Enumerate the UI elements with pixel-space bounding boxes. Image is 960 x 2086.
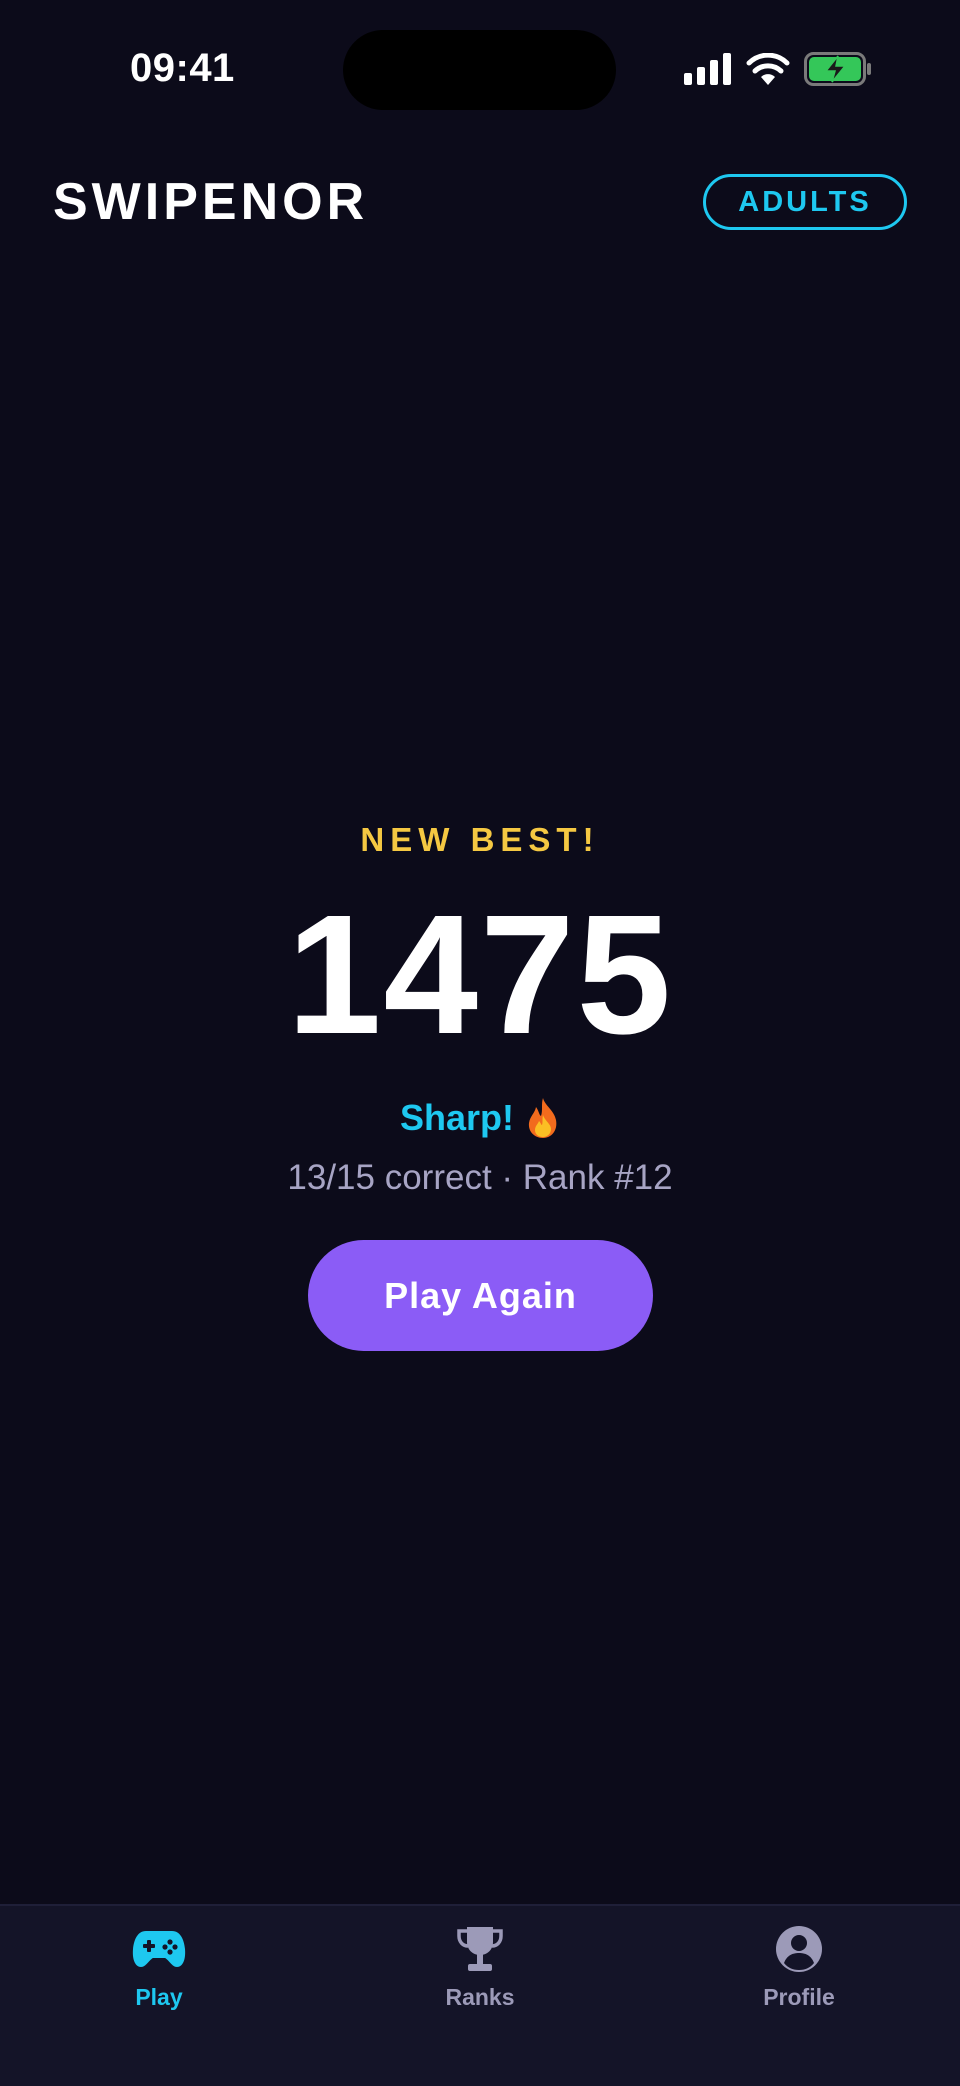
play-again-button[interactable]: Play Again — [308, 1240, 653, 1351]
tab-play[interactable]: Play — [79, 1924, 239, 2024]
app-title: SWIPENOR — [53, 173, 369, 231]
battery-charging-icon — [804, 52, 871, 86]
cellular-signal-icon — [684, 53, 731, 85]
status-icons — [684, 52, 872, 86]
fire-icon — [528, 1098, 557, 1138]
verdict: Sharp! — [0, 1096, 960, 1140]
status-bar: 09:41 — [0, 0, 960, 130]
tab-label-profile: Profile — [763, 1984, 835, 2010]
new-best-badge: NEW BEST! — [360, 821, 600, 858]
results-panel: NEW BEST! 1475 Sharp! 13/15 correct · Ra… — [0, 820, 960, 1200]
result-summary: 13/15 correct · Rank #12 — [287, 1158, 673, 1197]
tab-label-ranks: Ranks — [445, 1984, 515, 2010]
user-circle-icon — [771, 1924, 827, 1974]
bottom-tab-bar: Play Ranks Profile — [0, 1904, 960, 2086]
final-score: 1475 — [286, 880, 674, 1070]
tab-label-play: Play — [135, 1984, 183, 2010]
wifi-icon — [746, 53, 790, 85]
gamepad-icon — [131, 1924, 187, 1974]
verdict-text: Sharp! — [399, 1097, 514, 1138]
tab-profile[interactable]: Profile — [719, 1924, 879, 2024]
tab-ranks[interactable]: Ranks — [400, 1924, 560, 2024]
age-mode-toggle[interactable]: ADULTS — [703, 174, 907, 230]
trophy-icon — [452, 1924, 508, 1974]
dynamic-island — [343, 30, 616, 110]
status-time: 09:41 — [130, 46, 235, 90]
